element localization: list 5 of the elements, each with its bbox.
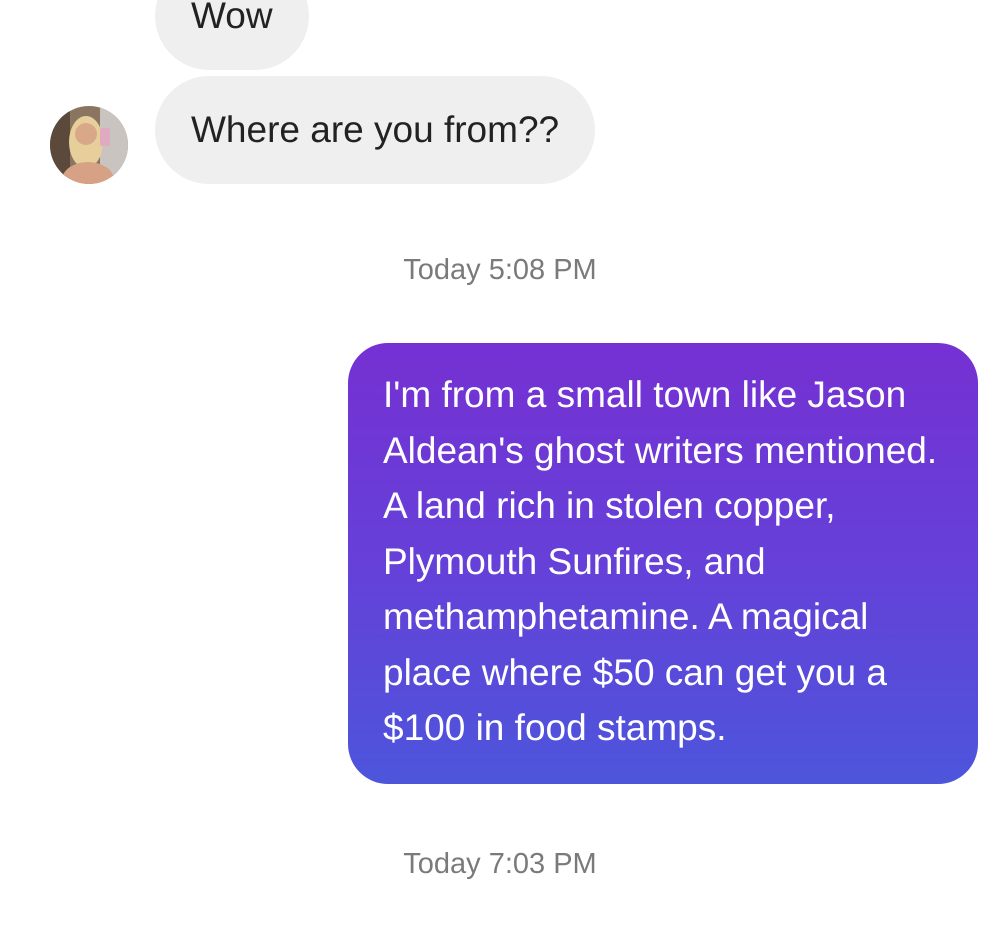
received-message: Where are you from?? [155,76,596,184]
received-message: Wow [155,0,309,70]
sent-message: I'm from a small town like Jason Aldean's ghost writers mentioned. A land rich in stolen copper, Plymouth Sunfires, and methamphetamine. A magical place where $50 can get you a $100 in food stamps. [348,343,978,784]
timestamp: Today 7:03 PM [403,848,597,880]
timestamp: Today 5:08 PM [403,254,597,287]
